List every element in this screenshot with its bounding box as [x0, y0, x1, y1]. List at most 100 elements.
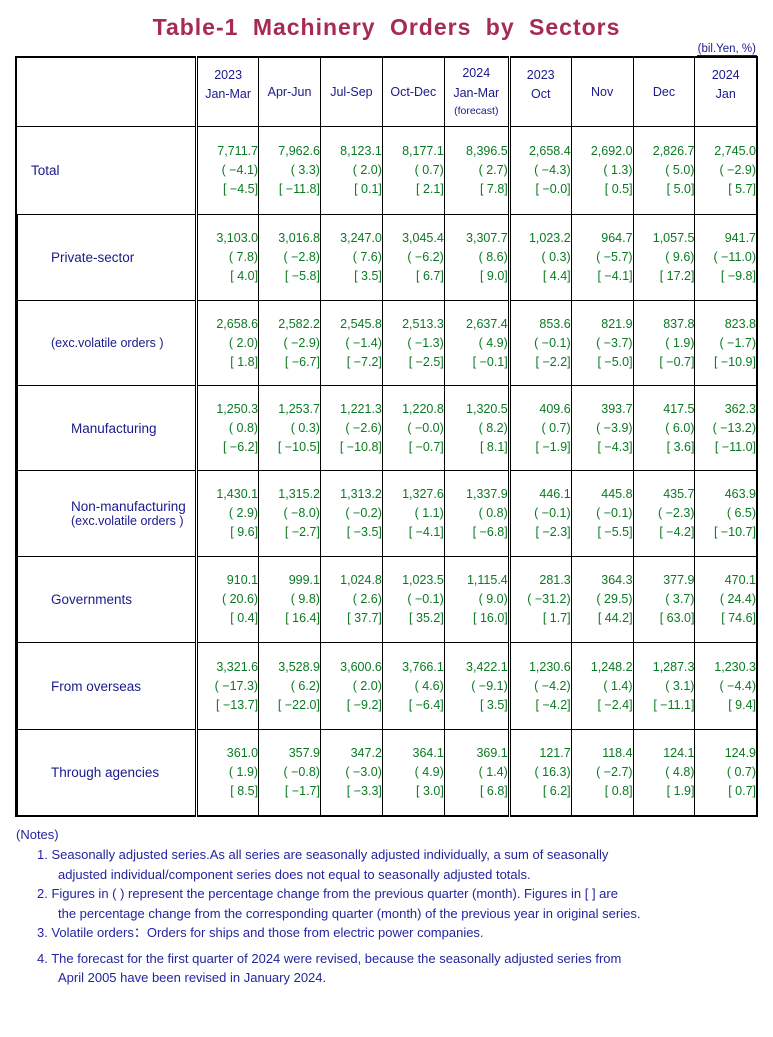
- row-label: Manufacturing: [71, 420, 157, 436]
- value-yoy: [ 16.4]: [285, 611, 320, 625]
- note-number: 3.: [37, 925, 52, 940]
- value-qoq: ( 29.5): [596, 592, 633, 606]
- value-yoy: [ −11.0]: [714, 439, 756, 454]
- note-line-2: adjusted individual/component series doe…: [58, 866, 531, 882]
- data-cell: 823.8 ( −1.7) [ −10.9]: [694, 300, 758, 386]
- value-yoy: [ −4.1]: [597, 269, 633, 283]
- value-yoy: [ 16.0]: [473, 611, 508, 625]
- header-col-4-year: 2024: [462, 66, 491, 81]
- value-qoq: ( −1.7): [719, 335, 756, 350]
- machinery-orders-table: 2023 Jan-Mar Apr-Jun Jul-Sep Oct-Dec 202…: [15, 56, 758, 817]
- value-level: 3,247.0: [340, 231, 382, 245]
- value-qoq: ( 0.7): [414, 163, 444, 177]
- value-qoq: ( −0.1): [534, 506, 571, 520]
- row-sublabel: (exc.volatile orders ): [51, 336, 164, 350]
- data-cell: 118.4 ( −2.7) [ 0.8]: [570, 729, 634, 816]
- value-yoy: [ −4.5]: [222, 182, 259, 196]
- data-cell: 2,637.4 ( 4.9) [ −0.1]: [443, 300, 510, 386]
- data-cell: 3,528.9 ( 6.2) [ −22.0]: [258, 642, 321, 730]
- value-qoq: ( −13.2): [712, 420, 756, 435]
- value-level: 2,637.4: [466, 316, 508, 331]
- value-level: 2,513.3: [402, 316, 444, 331]
- header-col-1-period: Apr-Jun: [267, 84, 312, 99]
- data-cell: 364.1 ( 4.9) [ 3.0]: [381, 729, 445, 816]
- value-level: 393.7: [601, 401, 633, 416]
- value-qoq: ( 0.8): [478, 506, 508, 520]
- value-qoq: ( 2.6): [352, 592, 382, 606]
- value-yoy: [ −1.9]: [535, 439, 571, 454]
- value-qoq: ( 2.0): [228, 335, 259, 350]
- value-level: 357.9: [288, 745, 320, 760]
- data-cell: 347.2 ( −3.0) [ −3.3]: [319, 729, 383, 816]
- value-yoy: [ 3.6]: [666, 439, 695, 454]
- header-col-0: 2023 Jan-Mar: [195, 56, 260, 127]
- value-yoy: [ 74.6]: [721, 611, 756, 625]
- value-yoy: [ −1.7]: [284, 783, 320, 798]
- value-level: 446.1: [539, 487, 571, 501]
- value-level: 435.7: [663, 487, 695, 501]
- note-number: 4.: [37, 950, 52, 966]
- header-col-3-period: Oct-Dec: [390, 84, 437, 99]
- value-yoy: [ 1.7]: [542, 611, 571, 625]
- value-level: 2,658.6: [216, 316, 259, 331]
- value-yoy: [ 63.0]: [659, 611, 695, 625]
- data-cell: 364.3 ( 29.5) [ 44.2]: [570, 556, 634, 643]
- data-cell: 1,250.3 ( 0.8) [ −6.2]: [195, 385, 260, 471]
- value-qoq: ( 7.8): [228, 250, 259, 264]
- value-level: 7,962.6: [278, 144, 320, 158]
- data-cell: 377.9 ( 3.7) [ 63.0]: [632, 556, 696, 643]
- value-yoy: [ −2.7]: [284, 525, 320, 539]
- value-level: 369.1: [476, 745, 508, 760]
- data-cell: 3,307.7 ( 8.6) [ 9.0]: [443, 214, 510, 301]
- data-cell: 124.9 ( 0.7) [ 0.7]: [694, 729, 758, 816]
- value-qoq: ( −4.2): [534, 678, 571, 693]
- value-qoq: ( 1.3): [603, 163, 633, 177]
- value-qoq: ( 5.0): [665, 163, 695, 177]
- data-cell: 3,766.1 ( 4.6) [ −6.4]: [381, 642, 445, 730]
- header-col-4: 2024 Jan-Mar (forecast): [443, 56, 510, 127]
- data-cell: 1,023.5 ( −0.1) [ 35.2]: [381, 556, 445, 643]
- value-yoy: [ −0.7]: [408, 439, 444, 454]
- value-yoy: [ 8.5]: [230, 783, 259, 798]
- value-qoq: ( 4.9): [414, 764, 444, 779]
- value-level: 3,422.1: [466, 659, 508, 674]
- value-yoy: [ −2.5]: [408, 354, 444, 369]
- value-qoq: ( −2.9): [283, 335, 320, 350]
- value-level: 347.2: [350, 745, 382, 760]
- value-qoq: ( 6.5): [726, 506, 756, 520]
- value-qoq: ( −1.4): [345, 335, 382, 350]
- value-level: 417.5: [663, 401, 695, 416]
- value-qoq: ( 4.6): [414, 678, 444, 693]
- value-level: 1,287.3: [652, 659, 695, 674]
- note-line-2: the percentage change from the correspon…: [58, 905, 641, 921]
- value-qoq: ( −3.9): [596, 420, 633, 435]
- notes-list: 1. Seasonally adjusted series.As all ser…: [16, 845, 773, 988]
- header-col-0-year: 2023: [214, 67, 243, 82]
- note-line-1: Volatile orders：Orders for ships and tho…: [51, 925, 484, 940]
- data-cell: 1,115.4 ( 9.0) [ 16.0]: [443, 556, 510, 643]
- table-row: Total 7,711.7 ( −4.1) [ −4.5] 7,962.6 ( 3.3) […: [15, 126, 758, 215]
- value-level: 3,045.4: [402, 231, 444, 245]
- value-qoq: ( −3.0): [345, 764, 382, 779]
- value-yoy: [ 3.0]: [416, 783, 444, 798]
- value-yoy: [ −6.8]: [472, 525, 508, 539]
- header-col-3-year: [383, 68, 444, 83]
- value-yoy: [ −5.0]: [597, 354, 633, 369]
- value-qoq: ( 4.8): [665, 764, 695, 779]
- row-label-cell: Non-manufacturing (exc.volatile orders ): [15, 470, 198, 557]
- header-col-8-year: 2024: [711, 67, 740, 82]
- value-level: 1,024.8: [340, 573, 382, 587]
- value-qoq: ( −3.7): [596, 335, 633, 350]
- value-level: 3,528.9: [278, 659, 320, 674]
- value-level: 1,315.2: [278, 487, 320, 501]
- note-number: 1.: [37, 847, 52, 862]
- unit-note-text: (bil.Yen, %): [696, 43, 757, 56]
- header-col-5-note: [511, 104, 571, 118]
- data-cell: 1,057.5 ( 9.6) [ 17.2]: [632, 214, 696, 301]
- header-col-1-note: [259, 102, 320, 116]
- value-qoq: ( 0.7): [726, 764, 756, 779]
- value-level: 3,321.6: [216, 659, 259, 674]
- value-qoq: ( 2.0): [352, 678, 382, 693]
- row-label: Through agencies: [51, 764, 160, 780]
- value-qoq: ( 2.0): [352, 163, 382, 177]
